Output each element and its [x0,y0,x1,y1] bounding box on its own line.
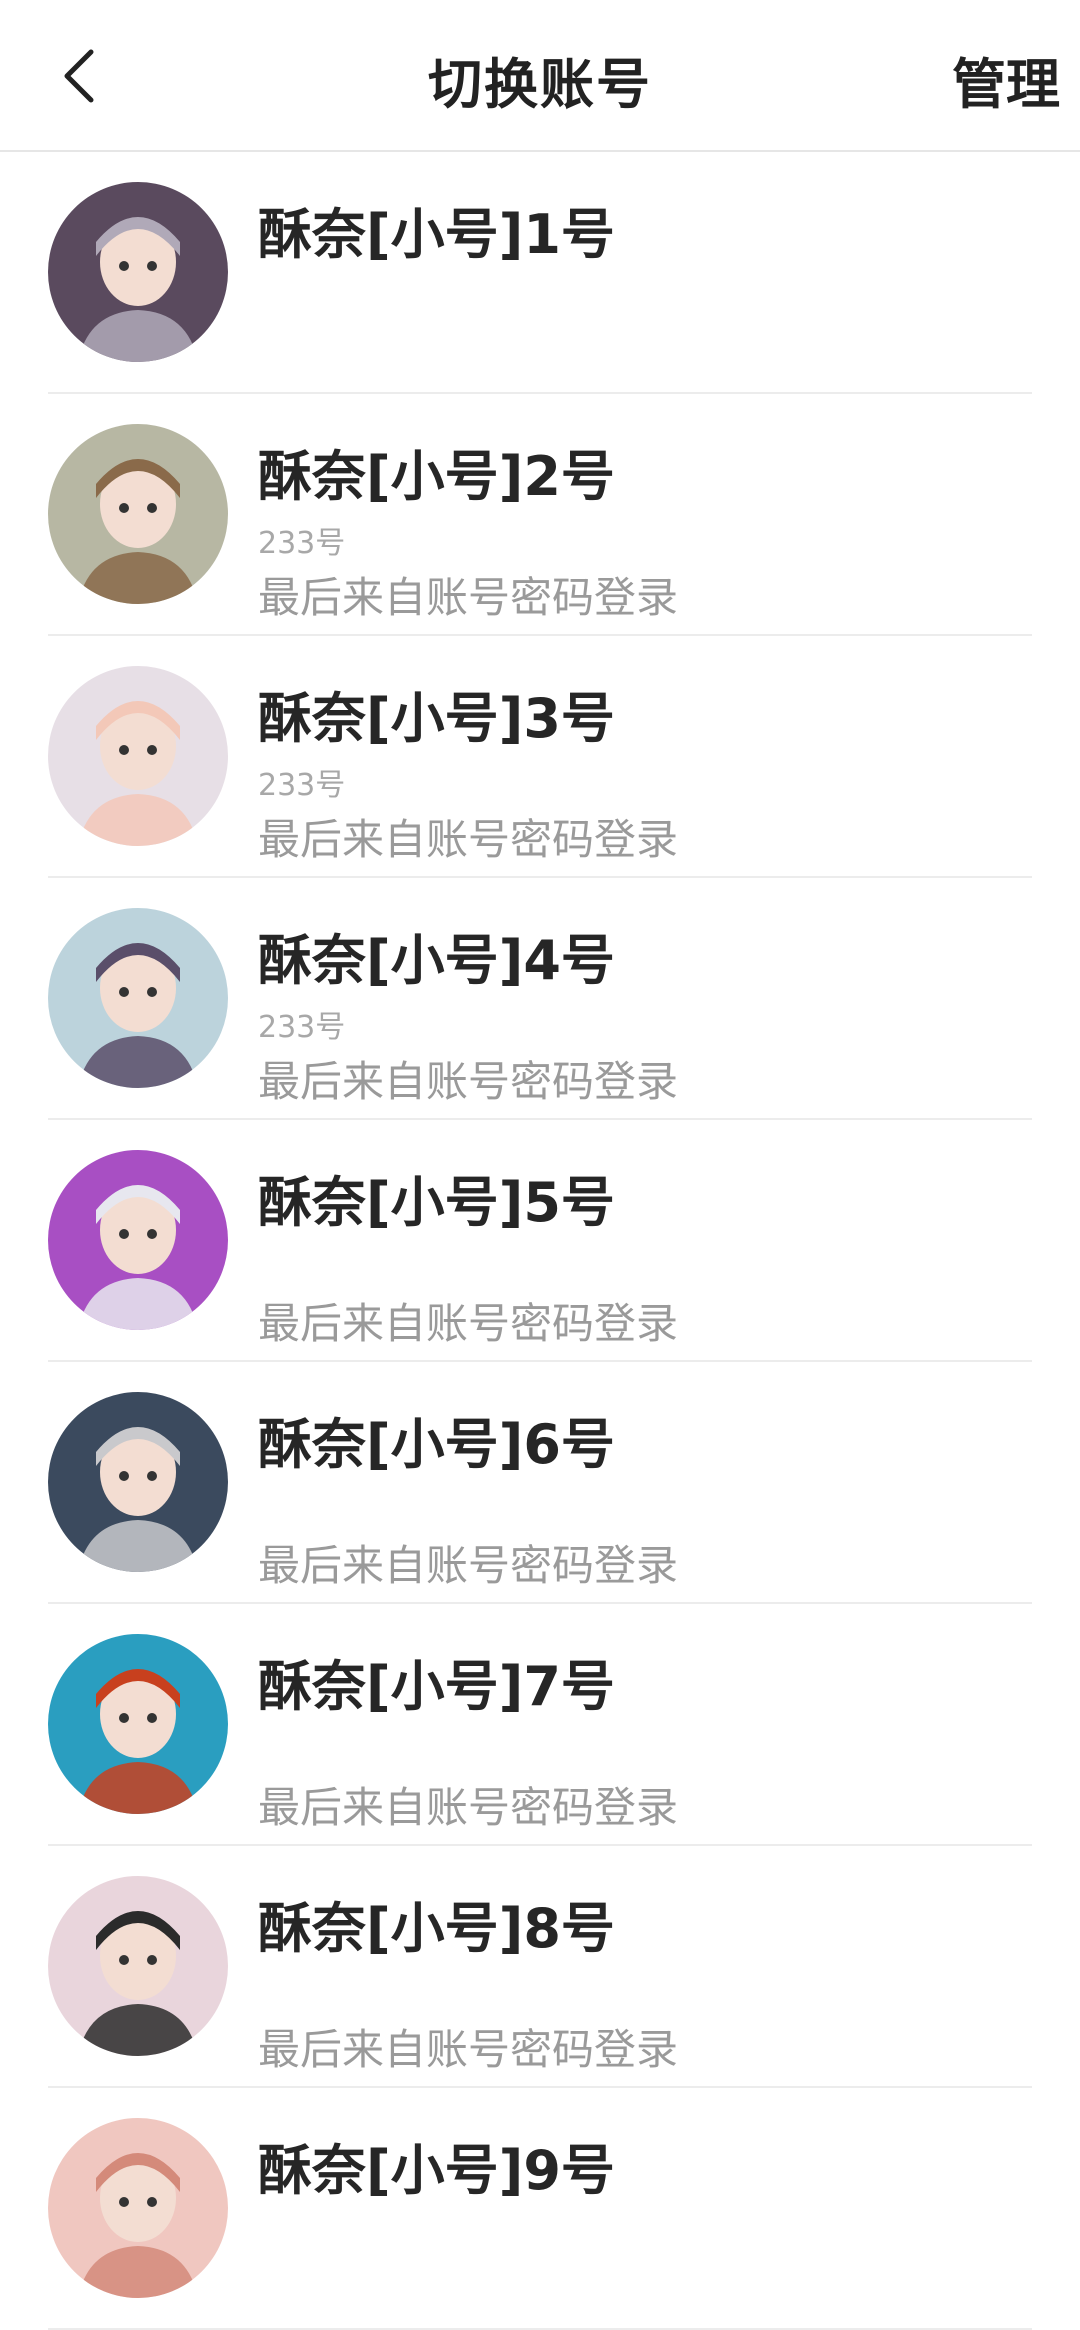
account-row[interactable]: 酥奈[小号]6号最后来自账号密码登录 [0,1362,1080,1604]
last-login-info: 最后来自账号密码登录 [258,815,679,864]
avatar [48,2118,228,2298]
account-name: 酥奈[小号]3号 [258,687,615,750]
account-row[interactable]: 酥奈[小号]5号最后来自账号密码登录 [0,1120,1080,1362]
avatar [48,1150,228,1330]
account-row[interactable]: 酥奈[小号]3号 233号最后来自账号密码登录 [0,636,1080,878]
account-name: 酥奈[小号]2号 [258,445,615,508]
account-row[interactable]: 酥奈[小号]2号 233号最后来自账号密码登录 [0,394,1080,636]
account-id: 233号 [258,768,346,803]
top-bar: 切换账号 管理 [0,0,1080,152]
last-login-info: 最后来自账号密码登录 [258,573,679,622]
last-login-info: 最后来自账号密码登录 [258,1299,679,1348]
avatar [48,424,228,604]
account-id: 233号 [258,526,346,561]
last-login-info: 最后来自账号密码登录 [258,1541,679,1590]
avatar [48,1392,228,1572]
account-row[interactable]: 酥奈[小号]7号最后来自账号密码登录 [0,1604,1080,1846]
account-row[interactable]: 酥奈[小号]4号 233号最后来自账号密码登录 [0,878,1080,1120]
account-name: 酥奈[小号]1号 [258,203,615,266]
avatar [48,908,228,1088]
account-name: 酥奈[小号]9号 [258,2139,615,2202]
last-login-info: 最后来自账号密码登录 [258,1057,679,1106]
last-login-info: 最后来自账号密码登录 [258,1783,679,1832]
account-row[interactable]: 酥奈[小号]1号 [0,152,1080,394]
account-name: 酥奈[小号]4号 [258,929,615,992]
account-row[interactable]: 酥奈[小号]9号 [0,2088,1080,2330]
page-title: 切换账号 [428,53,652,116]
avatar [48,182,228,362]
account-id: 233号 [258,1010,346,1045]
account-name: 酥奈[小号]7号 [258,1655,615,1718]
account-name: 酥奈[小号]8号 [258,1897,615,1960]
account-name: 酥奈[小号]5号 [258,1171,615,1234]
account-row[interactable]: 酥奈[小号]8号最后来自账号密码登录 [0,1846,1080,2088]
manage-button[interactable]: 管理 [952,40,1060,119]
account-name: 酥奈[小号]6号 [258,1413,615,1476]
account-list: 酥奈[小号]1号 酥奈[小号]2号 233号 最后来自账号密码登录 酥奈[小号]3号 23… [0,152,1080,2330]
avatar [48,1634,228,1814]
last-login-info: 最后来自账号密码登录 [258,2025,679,2074]
avatar [48,666,228,846]
avatar [48,1876,228,2056]
